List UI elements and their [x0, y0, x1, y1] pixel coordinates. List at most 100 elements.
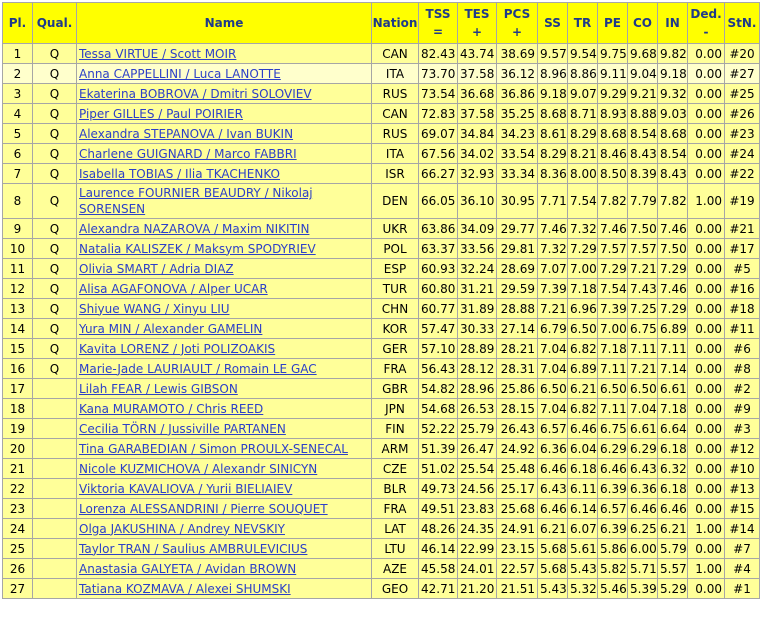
cell-deduction: 0.00	[687, 43, 725, 64]
cell-ss: 8.96	[537, 63, 568, 84]
cell-pe: 6.29	[597, 438, 628, 459]
skater-name-link[interactable]: Charlene GUIGNARD / Marco FABBRI	[79, 147, 297, 161]
cell-qualified	[32, 398, 77, 419]
table-row: 18 Kana MURAMOTO / Chris REED JPN 54.68 26.5…	[2, 398, 760, 419]
cell-ss: 6.46	[537, 458, 568, 479]
cell-nation: BLR	[371, 478, 419, 499]
cell-qualified	[32, 538, 77, 559]
cell-name: Anastasia GALYETA / Avidan BROWN	[76, 558, 372, 579]
cell-pcs: 34.23	[496, 123, 538, 144]
cell-tr: 7.54	[567, 183, 598, 219]
col-header-pcs: PCS +	[496, 2, 538, 44]
table-row: 9 Q Alexandra NAZAROVA / Maxim NIKITIN UKR 6…	[2, 218, 760, 239]
table-row: 4 Q Piper GILLES / Paul POIRIER CAN 72.83 37.…	[2, 103, 760, 124]
cell-start-number: #20	[724, 43, 760, 64]
table-row: 22 Viktoria KAVALIOVA / Yurii BIELIAIEV BL…	[2, 478, 760, 499]
skater-name-link[interactable]: Cecilia TÖRN / Jussiville PARTANEN	[79, 422, 286, 436]
cell-pe: 7.46	[597, 218, 628, 239]
cell-deduction: 0.00	[687, 498, 725, 519]
cell-deduction: 0.00	[687, 318, 725, 339]
skater-name-link[interactable]: Viktoria KAVALIOVA / Yurii BIELIAIEV	[79, 482, 292, 496]
skater-name-link[interactable]: Kavita LORENZ / Joti POLIZOAKIS	[79, 342, 275, 356]
cell-co: 6.25	[627, 518, 658, 539]
cell-pcs: 28.88	[496, 298, 538, 319]
cell-start-number: #8	[724, 358, 760, 379]
skater-name-link[interactable]: Alexandra STEPANOVA / Ivan BUKIN	[79, 127, 293, 141]
cell-co: 7.57	[627, 238, 658, 259]
cell-nation: LAT	[371, 518, 419, 539]
cell-qualified: Q	[32, 183, 77, 219]
cell-name: Tatiana KOZMAVA / Alexei SHUMSKI	[76, 578, 372, 599]
skater-name-link[interactable]: Tessa VIRTUE / Scott MOIR	[79, 47, 236, 61]
skater-name-link[interactable]: Nicole KUZMICHOVA / Alexandr SINICYN	[79, 462, 317, 476]
cell-tss: 63.86	[418, 218, 458, 239]
cell-co: 8.54	[627, 123, 658, 144]
skater-name-link[interactable]: Yura MIN / Alexander GAMELIN	[79, 322, 262, 336]
cell-name: Marie-Jade LAURIAULT / Romain LE GAC	[76, 358, 372, 379]
cell-pcs: 28.31	[496, 358, 538, 379]
cell-tes: 24.01	[457, 558, 497, 579]
cell-in: 6.18	[657, 438, 688, 459]
cell-deduction: 0.00	[687, 143, 725, 164]
cell-co: 6.46	[627, 498, 658, 519]
cell-tss: 60.93	[418, 258, 458, 279]
skater-name-link[interactable]: Alexandra NAZAROVA / Maxim NIKITIN	[79, 222, 309, 236]
cell-place: 18	[2, 398, 33, 419]
cell-qualified: Q	[32, 63, 77, 84]
cell-in: 7.11	[657, 338, 688, 359]
cell-co: 8.39	[627, 163, 658, 184]
skater-name-link[interactable]: Olga JAKUSHINA / Andrey NEVSKIY	[79, 522, 285, 536]
cell-tes: 34.02	[457, 143, 497, 164]
cell-pcs: 25.86	[496, 378, 538, 399]
skater-name-link[interactable]: Kana MURAMOTO / Chris REED	[79, 402, 263, 416]
cell-name: Anna CAPPELLINI / Luca LANOTTE	[76, 63, 372, 84]
skater-name-link[interactable]: Tatiana KOZMAVA / Alexei SHUMSKI	[79, 582, 291, 596]
col-header-place: Pl.	[2, 2, 33, 44]
cell-co: 9.68	[627, 43, 658, 64]
cell-nation: CAN	[371, 103, 419, 124]
skater-name-link[interactable]: Lilah FEAR / Lewis GIBSON	[79, 382, 238, 396]
cell-tss: 48.26	[418, 518, 458, 539]
cell-tr: 5.32	[567, 578, 598, 599]
skater-name-link[interactable]: Olivia SMART / Adria DIAZ	[79, 262, 234, 276]
col-header-qualified: Qual.	[32, 2, 77, 44]
cell-ss: 7.32	[537, 238, 568, 259]
cell-nation: TUR	[371, 278, 419, 299]
cell-deduction: 0.00	[687, 458, 725, 479]
cell-start-number: #1	[724, 578, 760, 599]
cell-tes: 26.53	[457, 398, 497, 419]
skater-name-link[interactable]: Anna CAPPELLINI / Luca LANOTTE	[79, 67, 281, 81]
cell-ss: 6.79	[537, 318, 568, 339]
cell-tr: 8.00	[567, 163, 598, 184]
cell-qualified: Q	[32, 278, 77, 299]
skater-name-link[interactable]: Lorenza ALESSANDRINI / Pierre SOUQUET	[79, 502, 328, 516]
cell-nation: RUS	[371, 83, 419, 104]
cell-in: 6.89	[657, 318, 688, 339]
cell-start-number: #19	[724, 183, 760, 219]
skater-name-link[interactable]: Taylor TRAN / Saulius AMBRULEVICIUS	[79, 542, 307, 556]
skater-name-link[interactable]: Laurence FOURNIER BEAUDRY / Nikolaj SORE…	[79, 186, 313, 216]
skater-name-link[interactable]: Anastasia GALYETA / Avidan BROWN	[79, 562, 296, 576]
cell-qualified	[32, 478, 77, 499]
cell-pe: 8.50	[597, 163, 628, 184]
skater-name-link[interactable]: Ekaterina BOBROVA / Dmitri SOLOVIEV	[79, 87, 312, 101]
skater-name-link[interactable]: Shiyue WANG / Xinyu LIU	[79, 302, 230, 316]
skater-name-link[interactable]: Tina GARABEDIAN / Simon PROULX-SENECAL	[79, 442, 348, 456]
cell-name: Tessa VIRTUE / Scott MOIR	[76, 43, 372, 64]
cell-name: Isabella TOBIAS / Ilia TKACHENKO	[76, 163, 372, 184]
cell-tes: 22.99	[457, 538, 497, 559]
table-row: 1 Q Tessa VIRTUE / Scott MOIR CAN 82.43 43.74…	[2, 43, 760, 64]
cell-tes: 24.56	[457, 478, 497, 499]
table-row: 21 Nicole KUZMICHOVA / Alexandr SINICYN CZ…	[2, 458, 760, 479]
cell-place: 11	[2, 258, 33, 279]
skater-name-link[interactable]: Natalia KALISZEK / Maksym SPODYRIEV	[79, 242, 316, 256]
cell-in: 7.50	[657, 238, 688, 259]
skater-name-link[interactable]: Alisa AGAFONOVA / Alper UCAR	[79, 282, 268, 296]
skater-name-link[interactable]: Isabella TOBIAS / Ilia TKACHENKO	[79, 167, 280, 181]
skater-name-link[interactable]: Piper GILLES / Paul POIRIER	[79, 107, 243, 121]
cell-tr: 6.82	[567, 398, 598, 419]
cell-ss: 7.04	[537, 398, 568, 419]
table-row: 6 Q Charlene GUIGNARD / Marco FABBRI ITA 67.…	[2, 143, 760, 164]
skater-name-link[interactable]: Marie-Jade LAURIAULT / Romain LE GAC	[79, 362, 317, 376]
cell-deduction: 0.00	[687, 478, 725, 499]
